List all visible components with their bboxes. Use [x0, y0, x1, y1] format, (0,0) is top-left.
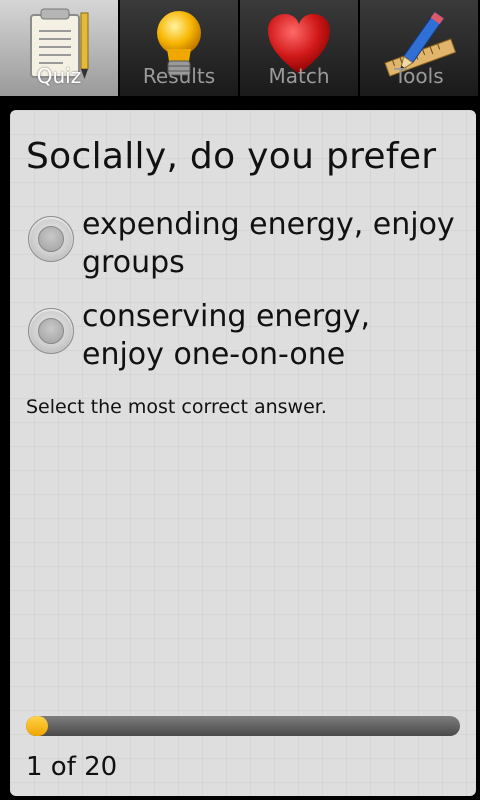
quiz-panel: Soclally, do you prefer expending energy…: [0, 96, 480, 800]
tab-tools[interactable]: Tools: [360, 0, 480, 96]
tab-quiz[interactable]: Quiz: [0, 0, 120, 96]
radio-button[interactable]: [28, 308, 74, 354]
tab-match[interactable]: Match: [240, 0, 360, 96]
question-card: Soclally, do you prefer expending energy…: [10, 110, 476, 796]
tab-label: Quiz: [36, 64, 82, 88]
tab-bar: Quiz Results Match Tools: [0, 0, 480, 96]
tab-label: Match: [268, 64, 330, 88]
tab-label: Results: [142, 64, 216, 88]
answer-option-2[interactable]: conserving energy, enjoy one-on-one: [28, 298, 458, 374]
progress-bar: [26, 716, 460, 736]
question-text: Soclally, do you prefer: [26, 136, 437, 177]
answer-option-label: conserving energy, enjoy one-on-one: [82, 299, 371, 372]
progress-fill: [26, 716, 48, 736]
tab-label: Tools: [394, 64, 444, 88]
radio-dot: [38, 226, 64, 252]
answer-option-1[interactable]: expending energy, enjoy groups: [28, 206, 458, 282]
answer-option-label: expending energy, enjoy groups: [82, 207, 455, 280]
tab-results[interactable]: Results: [120, 0, 240, 96]
radio-button[interactable]: [28, 216, 74, 262]
instruction-text: Select the most correct answer.: [26, 396, 327, 418]
radio-dot: [38, 318, 64, 344]
progress-counter: 1 of 20: [26, 752, 118, 782]
